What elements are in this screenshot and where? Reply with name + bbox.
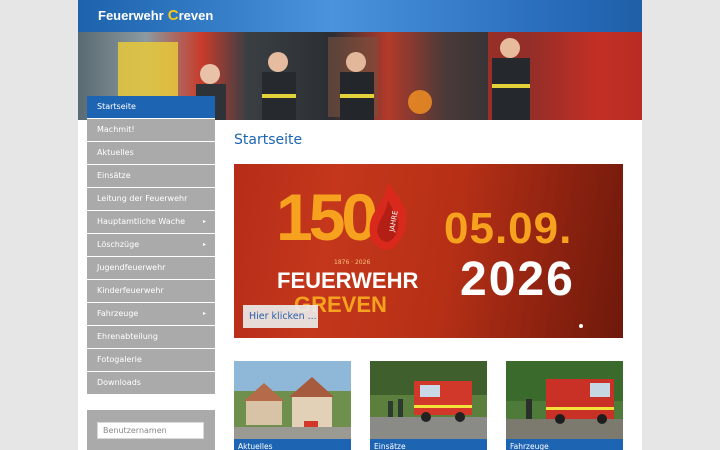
sidebar-item-label: Aktuelles bbox=[97, 148, 134, 157]
sidebar-item-label: Machmit! bbox=[97, 125, 135, 134]
sidebar-item-loeschzuege[interactable]: Löschzüge ▸ bbox=[87, 234, 215, 257]
sidebar-item-label: Leitung der Feuerwehr bbox=[97, 194, 188, 203]
sidebar-item-label: Ehrenabteilung bbox=[97, 332, 158, 341]
fire-truck-photo-icon bbox=[370, 361, 487, 439]
tile-label: Einsätze bbox=[370, 439, 487, 450]
sidebar-item-machmit[interactable]: Machmit! bbox=[87, 119, 215, 142]
chevron-right-icon: ▸ bbox=[202, 310, 206, 317]
tile-einsaetze[interactable]: Einsätze bbox=[370, 361, 487, 450]
sidebar-item-jugendfeuerwehr[interactable]: Jugendfeuerwehr bbox=[87, 257, 215, 280]
sidebar-item-ehrenabteilung[interactable]: Ehrenabteilung bbox=[87, 326, 215, 349]
town-photo-icon bbox=[234, 361, 351, 439]
sidebar-item-fahrzeuge[interactable]: Fahrzeuge ▸ bbox=[87, 303, 215, 326]
login-box bbox=[87, 410, 215, 450]
logo-accent: C bbox=[167, 7, 179, 24]
site-logo[interactable]: Feuerwehr Creven bbox=[98, 8, 213, 24]
vehicle-photo-icon bbox=[506, 361, 623, 439]
banner-number: 150 bbox=[276, 180, 378, 254]
flame-icon: JAHRE bbox=[369, 182, 407, 250]
slider-dot[interactable] bbox=[579, 324, 583, 328]
banner-year: 2026 bbox=[460, 253, 575, 306]
sidebar-item-kinderfeuerwehr[interactable]: Kinderfeuerwehr bbox=[87, 280, 215, 303]
sidebar-item-label: Hauptamtliche Wache bbox=[97, 217, 186, 226]
sidebar-item-einsaetze[interactable]: Einsätze bbox=[87, 165, 215, 188]
sidebar-item-label: Startseite bbox=[97, 102, 136, 111]
sidebar-item-fotogalerie[interactable]: Fotogalerie bbox=[87, 349, 215, 372]
sidebar-item-label: Einsätze bbox=[97, 171, 131, 180]
sidebar-item-aktuelles[interactable]: Aktuelles bbox=[87, 142, 215, 165]
sidebar-item-startseite[interactable]: Startseite bbox=[87, 96, 215, 119]
page: Feuerwehr Creven Startseite Machmit! Aktu… bbox=[78, 0, 642, 450]
anniversary-banner[interactable]: 150 JAHRE 1876 · 2026 FEUERWEHR GREVEN 0… bbox=[234, 164, 623, 338]
page-title: Startseite bbox=[234, 132, 303, 148]
sidebar-item-downloads[interactable]: Downloads bbox=[87, 372, 215, 395]
sidebar-item-label: Kinderfeuerwehr bbox=[97, 286, 164, 295]
tile-label: Fahrzeuge bbox=[506, 439, 623, 450]
sidebar-item-label: Löschzüge bbox=[97, 240, 140, 249]
sidebar-item-label: Fotogalerie bbox=[97, 355, 142, 364]
logo-rest: reven bbox=[178, 8, 214, 23]
banner-years: 1876 · 2026 bbox=[334, 259, 371, 266]
logo-text: Feuerwehr bbox=[98, 8, 164, 23]
tile-fahrzeuge[interactable]: Fahrzeuge bbox=[506, 361, 623, 450]
tile-label: Aktuelles bbox=[234, 439, 351, 450]
chevron-right-icon: ▸ bbox=[202, 241, 206, 248]
banner-feuerwehr: FEUERWEHR bbox=[277, 268, 419, 293]
banner-date: 05.09. bbox=[444, 204, 573, 253]
chevron-right-icon: ▸ bbox=[202, 218, 206, 225]
sidebar-item-label: Jugendfeuerwehr bbox=[97, 263, 166, 272]
sidebar-nav: Startseite Machmit! Aktuelles Einsätze L… bbox=[87, 96, 215, 395]
tile-aktuelles[interactable]: Aktuelles bbox=[234, 361, 351, 450]
sidebar-item-label: Fahrzeuge bbox=[97, 309, 139, 318]
sidebar-item-label: Downloads bbox=[97, 378, 141, 387]
header-bar: Feuerwehr Creven bbox=[78, 0, 642, 32]
more-info-button[interactable]: Hier klicken ... bbox=[243, 305, 318, 328]
sidebar-item-hauptamtliche-wache[interactable]: Hauptamtliche Wache ▸ bbox=[87, 211, 215, 234]
sidebar-item-leitung[interactable]: Leitung der Feuerwehr bbox=[87, 188, 215, 211]
username-input[interactable] bbox=[97, 422, 204, 439]
